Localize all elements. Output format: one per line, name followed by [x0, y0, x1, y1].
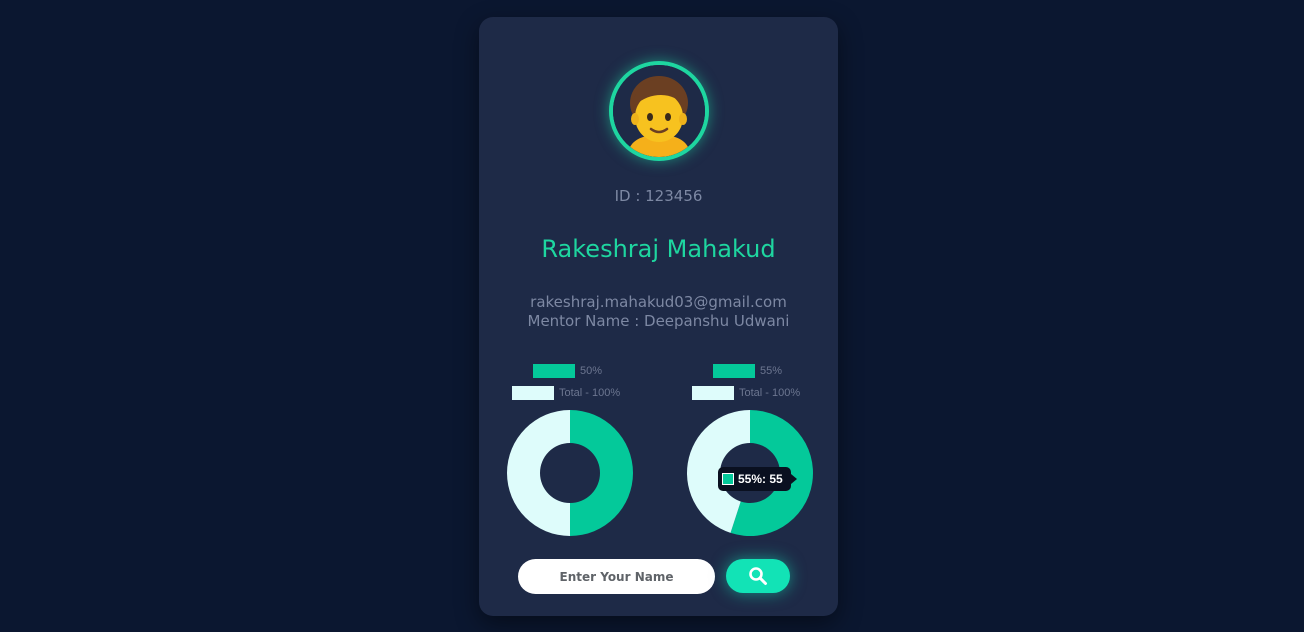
legend-swatch: [533, 364, 575, 378]
legend-swatch: [713, 364, 755, 378]
progress-chart-2: 55% Total - 100% 55%: 55: [675, 360, 825, 540]
user-name: Rakeshraj Mahakud: [541, 235, 776, 263]
legend-item-progress[interactable]: 55%: [713, 364, 782, 378]
progress-chart-1: 50% Total - 100%: [495, 360, 645, 540]
donut-chart: [507, 410, 633, 536]
legend-label: 50%: [580, 365, 603, 377]
legend-swatch: [692, 386, 734, 400]
avatar: [609, 61, 709, 161]
legend-item-total[interactable]: Total - 100%: [512, 386, 620, 400]
donut-slice-1[interactable]: [507, 410, 570, 536]
tooltip-swatch: [722, 473, 734, 485]
chart-tooltip: 55%: 55: [718, 467, 797, 491]
mentor-name: Mentor Name : Deepanshu Udwani: [527, 312, 790, 330]
tooltip-text: 55%: 55: [738, 472, 783, 486]
legend-label: Total - 100%: [559, 387, 621, 399]
user-email: rakeshraj.mahakud03@gmail.com: [530, 293, 787, 311]
search-button[interactable]: [726, 559, 790, 593]
name-input[interactable]: [518, 559, 715, 594]
profile-card: ID : 123456 Rakeshraj Mahakud rakeshraj.…: [479, 17, 838, 616]
user-id: ID : 123456: [614, 187, 703, 205]
legend-item-total[interactable]: Total - 100%: [692, 386, 800, 400]
donut-slice-0[interactable]: [570, 410, 633, 536]
person-emoji-icon: [613, 65, 705, 157]
legend-label: 55%: [760, 365, 783, 377]
legend-swatch: [512, 386, 554, 400]
legend-item-progress[interactable]: 50%: [533, 364, 602, 378]
search-icon: [749, 567, 767, 585]
legend-label: Total - 100%: [739, 387, 801, 399]
